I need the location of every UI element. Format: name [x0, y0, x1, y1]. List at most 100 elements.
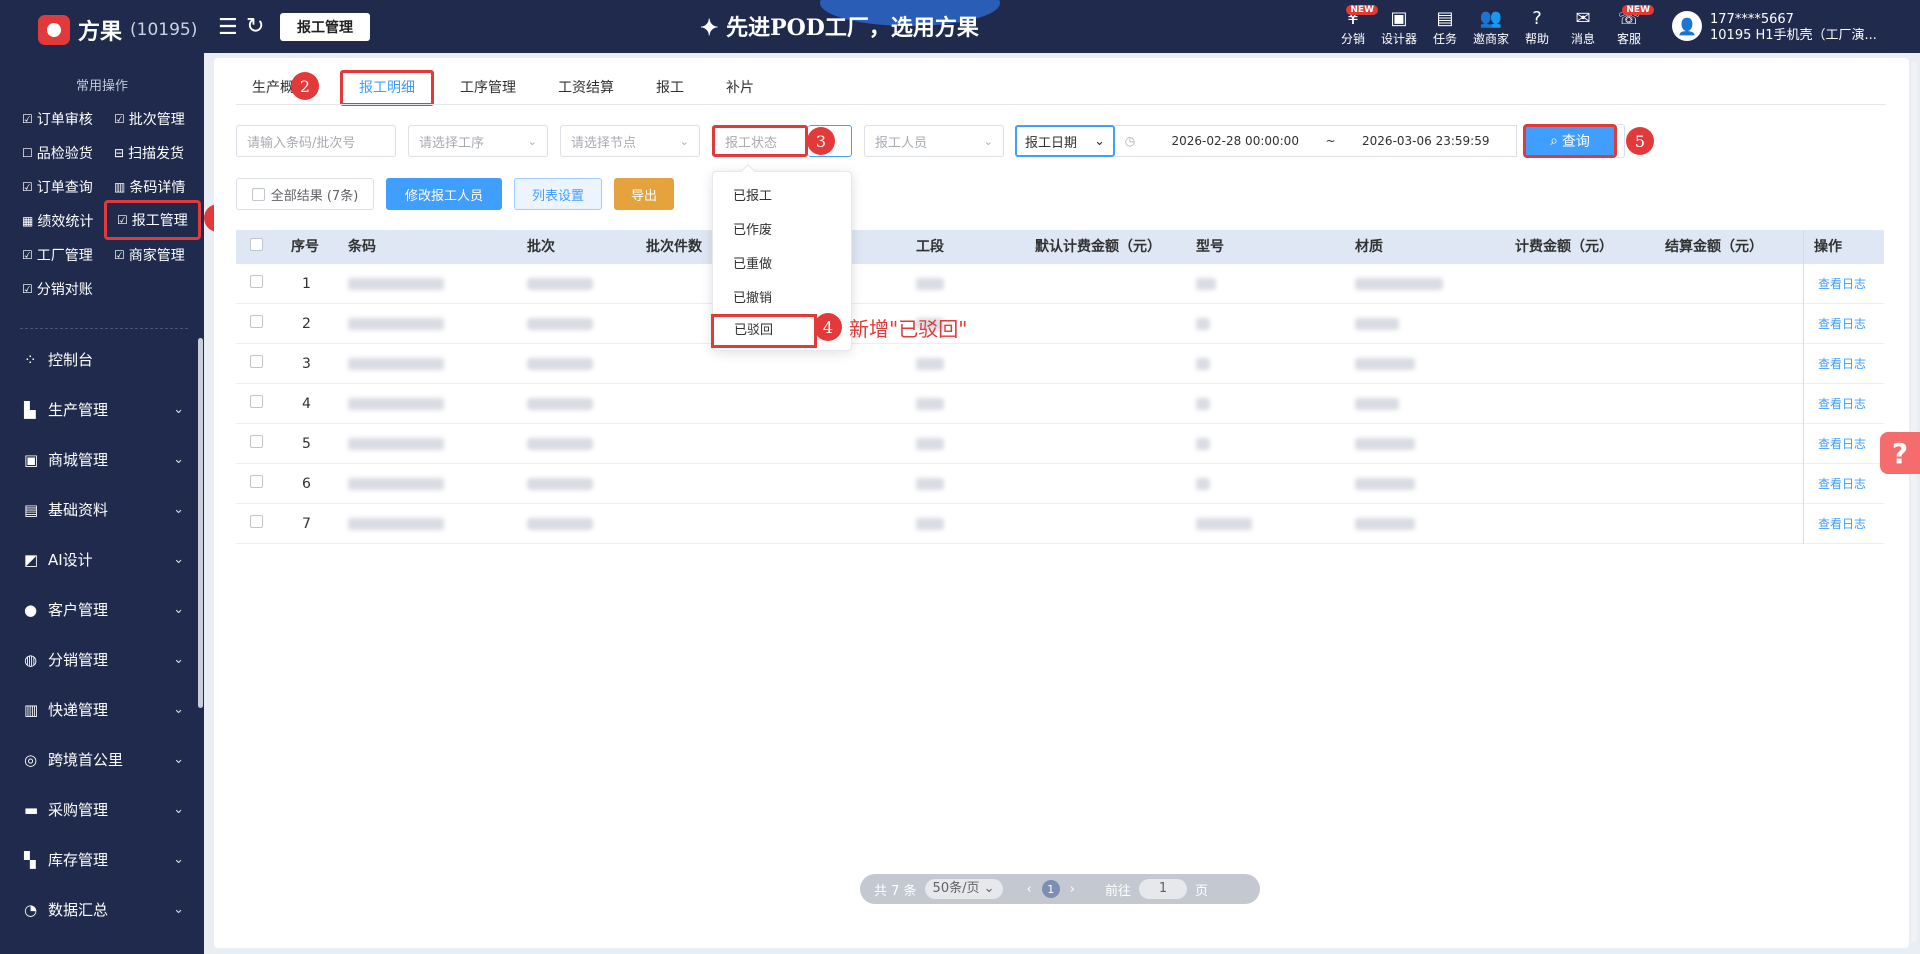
- blurred-cell: [527, 344, 593, 384]
- row-checkbox[interactable]: [250, 424, 263, 464]
- top-icon-label: 分销: [1340, 32, 1365, 46]
- checkbox[interactable]: [250, 395, 263, 408]
- top-designer-button[interactable]: ▣ 设计器: [1376, 8, 1422, 47]
- view-log-link[interactable]: 查看日志: [1818, 424, 1866, 464]
- status-option-voided[interactable]: 已作废: [713, 214, 851, 248]
- top-help-button[interactable]: ? 帮助: [1514, 8, 1560, 47]
- nav-label: 基础资料: [48, 501, 109, 519]
- user-avatar[interactable]: 👤: [1672, 11, 1702, 41]
- tab-report-detail[interactable]: 报工明细: [340, 70, 434, 106]
- page-tab[interactable]: 报工管理: [280, 13, 370, 41]
- refresh-icon[interactable]: ↻: [246, 14, 264, 39]
- nav-dashboard[interactable]: ⁘ 控制台: [24, 349, 184, 370]
- row-checkbox[interactable]: [250, 384, 263, 424]
- quick-scan-ship[interactable]: ⊟ 扫描发货: [114, 143, 184, 163]
- status-option-reported[interactable]: 已报工: [713, 180, 851, 214]
- help-float-button[interactable]: ?: [1880, 432, 1920, 474]
- date-start[interactable]: 2026-02-28 00:00:00: [1145, 134, 1325, 148]
- nav-mall[interactable]: ▣ 商城管理 ⌄: [24, 449, 184, 470]
- page-size-select[interactable]: 50条/页 ⌄: [924, 879, 1003, 899]
- row-checkbox[interactable]: [250, 504, 263, 544]
- nav-distribution[interactable]: ◍ 分销管理 ⌄: [24, 649, 184, 670]
- quick-report-manage[interactable]: ☑ 报工管理: [104, 200, 201, 240]
- top-service-button[interactable]: NEW ☏ 客服: [1606, 5, 1654, 47]
- top-message-button[interactable]: ✉ 消息: [1560, 8, 1606, 47]
- row-checkbox[interactable]: [250, 344, 263, 384]
- callout-3: 3: [807, 127, 835, 155]
- quick-performance[interactable]: ▦ 绩效统计: [22, 211, 93, 231]
- nav-production[interactable]: ▙ 生产管理 ⌄: [24, 399, 184, 420]
- tab-patch[interactable]: 补片: [710, 70, 770, 106]
- view-log-link[interactable]: 查看日志: [1818, 384, 1866, 424]
- list-settings-button[interactable]: 列表设置: [514, 178, 602, 210]
- view-log-link[interactable]: 查看日志: [1818, 304, 1866, 344]
- checkbox[interactable]: [250, 475, 263, 488]
- node-select[interactable]: 请选择节点 ⌄: [560, 125, 700, 157]
- header-checkbox[interactable]: [250, 230, 263, 264]
- next-page-icon[interactable]: ›: [1070, 882, 1075, 897]
- tab-process-manage[interactable]: 工序管理: [444, 70, 532, 106]
- status-option-redone[interactable]: 已重做: [713, 248, 851, 282]
- process-select[interactable]: 请选择工序 ⌄: [408, 125, 548, 157]
- user-info[interactable]: 177****5667 10195 H1手机壳（工厂演...: [1710, 12, 1910, 44]
- edit-worker-button[interactable]: 修改报工人员: [386, 178, 502, 210]
- nav-purchase[interactable]: ▬ 采购管理 ⌄: [24, 799, 184, 820]
- tab-wage-settlement[interactable]: 工资结算: [542, 70, 630, 106]
- quick-order-query[interactable]: ☑ 订单查询: [22, 177, 93, 197]
- nav-customer[interactable]: ● 客户管理 ⌄: [24, 599, 184, 620]
- checkbox[interactable]: [250, 515, 263, 528]
- main-scrollbar[interactable]: [1911, 62, 1917, 942]
- checkbox[interactable]: [251, 187, 265, 201]
- top-invite-button[interactable]: 👥 邀商家: [1468, 8, 1514, 47]
- checkbox[interactable]: [250, 275, 263, 288]
- page-number[interactable]: 1: [1041, 880, 1060, 898]
- status-option-revoked[interactable]: 已撤销: [713, 282, 851, 316]
- code-batch-input[interactable]: 请输入条码/批次号: [236, 125, 396, 157]
- date-range-picker[interactable]: ◷ 2026-02-28 00:00:00 ~ 2026-03-06 23:59…: [1115, 125, 1517, 157]
- quick-factory-manage[interactable]: ☑ 工厂管理: [22, 245, 93, 265]
- chevron-down-icon: ⌄: [1094, 133, 1105, 149]
- export-button[interactable]: 导出: [614, 178, 674, 210]
- quick-inspect[interactable]: ☐ 品检验货: [22, 143, 93, 163]
- view-log-link[interactable]: 查看日志: [1818, 504, 1866, 544]
- goto-page-input[interactable]: 1: [1138, 879, 1187, 899]
- row-checkbox[interactable]: [250, 264, 263, 304]
- select-all-checkbox[interactable]: 全部结果 (7条): [236, 178, 374, 210]
- view-log-link[interactable]: 查看日志: [1818, 464, 1866, 504]
- blurred-cell: [1196, 344, 1210, 384]
- top-icon-label: 客服: [1616, 32, 1641, 46]
- worker-select[interactable]: 报工人员 ⌄: [864, 125, 1004, 157]
- query-button[interactable]: ⌕ 查询: [1523, 124, 1617, 158]
- view-log-link[interactable]: 查看日志: [1818, 344, 1866, 384]
- top-distribution-button[interactable]: NEW ¥ 分销: [1330, 5, 1378, 47]
- nav-basic-data[interactable]: ▤ 基础资料 ⌄: [24, 499, 184, 520]
- report-status-select[interactable]: 报工状态: [712, 125, 808, 157]
- nav-express[interactable]: ▥ 快递管理 ⌄: [24, 699, 184, 720]
- nav-inventory[interactable]: ▚ 库存管理 ⌄: [24, 849, 184, 870]
- quick-distribution-reconcile[interactable]: ☑ 分销对账: [22, 279, 93, 299]
- row-checkbox[interactable]: [250, 464, 263, 504]
- checkbox[interactable]: [250, 238, 263, 251]
- prev-page-icon[interactable]: ‹: [1027, 882, 1032, 897]
- status-option-rejected[interactable]: 已驳回: [711, 314, 817, 348]
- nav-cross-border[interactable]: ◎ 跨境首公里 ⌄: [24, 749, 184, 770]
- checkbox[interactable]: [250, 315, 263, 328]
- chevron-down-icon: ⌄: [173, 752, 184, 767]
- checkbox[interactable]: [250, 355, 263, 368]
- quick-order-review[interactable]: ☑ 订单审核: [22, 109, 93, 129]
- quick-batch-manage[interactable]: ☑ 批次管理: [114, 109, 185, 129]
- tab-report[interactable]: 报工: [640, 70, 700, 106]
- date-end[interactable]: 2026-03-06 23:59:59: [1336, 134, 1516, 148]
- date-type-select[interactable]: 报工日期 ⌄: [1015, 125, 1115, 157]
- checkbox[interactable]: [250, 435, 263, 448]
- sidebar-scrollbar[interactable]: [198, 338, 203, 708]
- nav-data-summary[interactable]: ◔ 数据汇总 ⌄: [24, 899, 184, 920]
- top-task-button[interactable]: ▤ 任务: [1422, 8, 1468, 47]
- quick-barcode-detail[interactable]: ▥ 条码详情: [114, 177, 185, 197]
- logo[interactable]: 方果 (10195): [38, 14, 197, 46]
- view-log-link[interactable]: 查看日志: [1818, 264, 1866, 304]
- row-checkbox[interactable]: [250, 304, 263, 344]
- menu-toggle-icon[interactable]: ☰: [218, 15, 238, 40]
- nav-ai-design[interactable]: ◩ AI设计 ⌄: [24, 549, 184, 570]
- quick-merchant-manage[interactable]: ☑ 商家管理: [114, 245, 185, 265]
